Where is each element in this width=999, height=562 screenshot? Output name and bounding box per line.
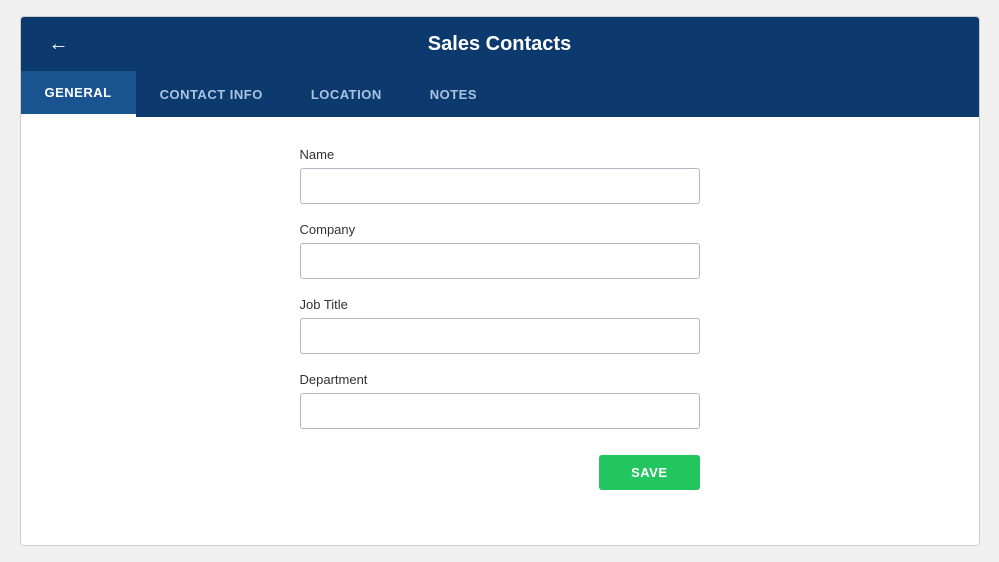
back-button[interactable]: ← [41, 29, 77, 60]
company-input[interactable] [300, 243, 700, 279]
tab-general[interactable]: GENERAL [21, 71, 136, 117]
main-window: ← Sales Contacts GENERAL CONTACT INFO LO… [20, 16, 980, 546]
job-title-field-group: Job Title [300, 297, 700, 354]
name-label: Name [300, 147, 700, 162]
tab-notes[interactable]: NOTES [406, 71, 501, 117]
name-input[interactable] [300, 168, 700, 204]
tab-contact-info[interactable]: CONTACT INFO [136, 71, 287, 117]
company-label: Company [300, 222, 700, 237]
tab-bar: GENERAL CONTACT INFO LOCATION NOTES [21, 71, 979, 117]
tab-location[interactable]: LOCATION [287, 71, 406, 117]
save-row: SAVE [300, 455, 700, 490]
header: ← Sales Contacts [21, 17, 979, 71]
back-icon: ← [49, 33, 69, 56]
name-field-group: Name [300, 147, 700, 204]
save-button[interactable]: SAVE [599, 455, 699, 490]
content-area: Name Company Job Title Department SAVE [21, 117, 979, 545]
department-input[interactable] [300, 393, 700, 429]
company-field-group: Company [300, 222, 700, 279]
page-title: Sales Contacts [428, 33, 571, 56]
job-title-label: Job Title [300, 297, 700, 312]
department-label: Department [300, 372, 700, 387]
job-title-input[interactable] [300, 318, 700, 354]
department-field-group: Department [300, 372, 700, 429]
general-form: Name Company Job Title Department SAVE [300, 147, 700, 490]
